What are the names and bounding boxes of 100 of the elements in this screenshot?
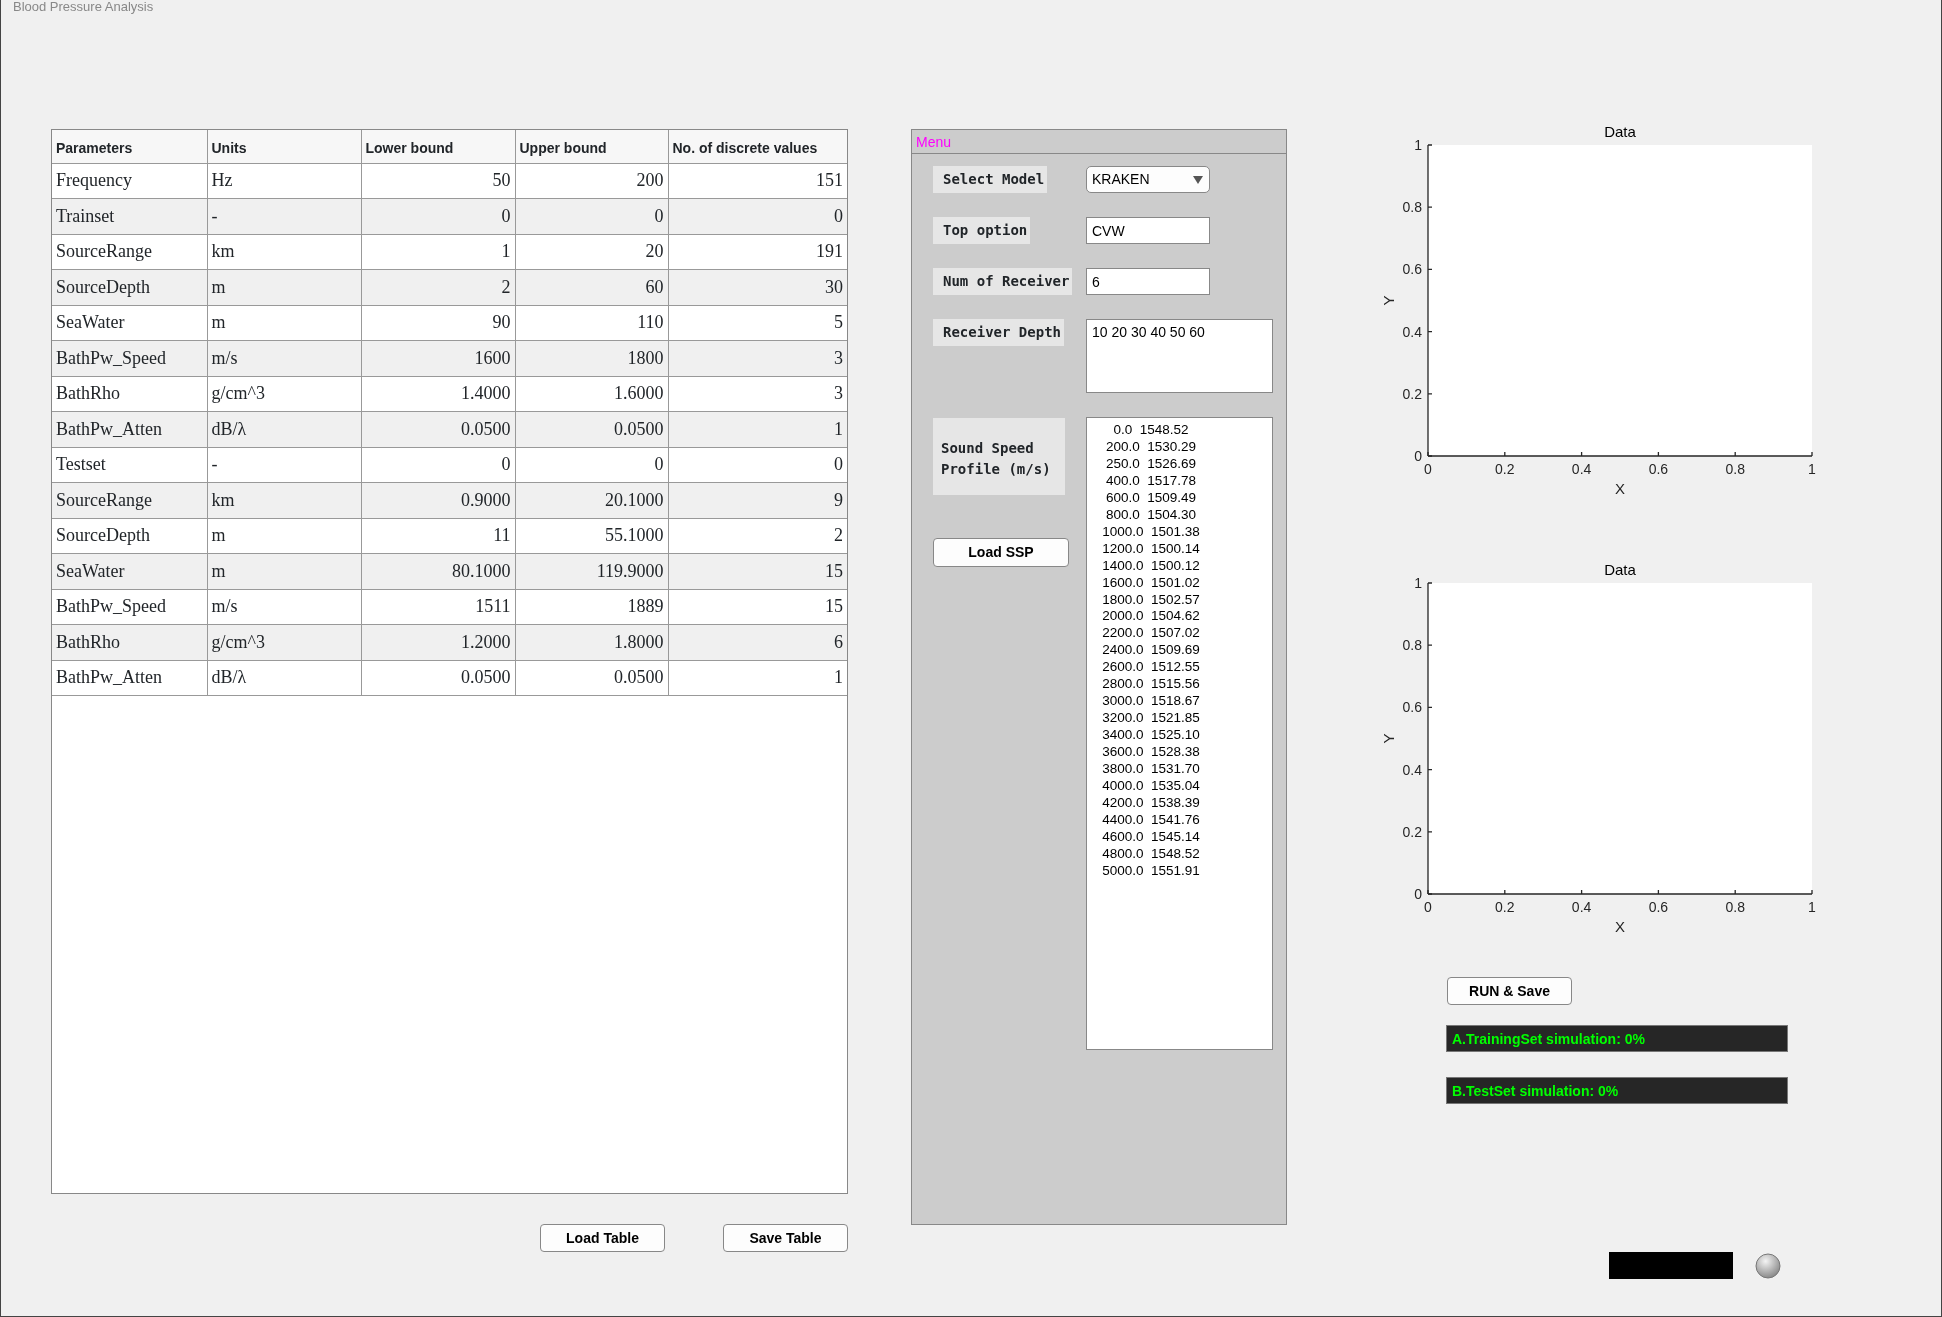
profile-line: 5000.0 1551.91 <box>1101 862 1201 880</box>
tick-label: 0.8 <box>1725 899 1745 915</box>
tick-label: 0.2 <box>1495 461 1515 477</box>
table-cell: BathPw_Atten <box>52 660 207 696</box>
table-cell: m <box>207 553 361 589</box>
table-cell: Frequency <box>52 163 207 199</box>
table-cell: - <box>207 447 361 483</box>
profile-line: 4800.0 1548.52 <box>1101 845 1201 863</box>
table-cell: 0 <box>361 198 515 234</box>
table-cell: dB/λ <box>207 411 361 447</box>
profile-line: 1800.0 1502.57 <box>1101 591 1201 609</box>
tick-label: 0.4 <box>1402 323 1422 340</box>
table-cell: Hz <box>207 163 361 199</box>
table-cell: 2 <box>361 269 515 305</box>
profile-line: 2800.0 1515.56 <box>1101 676 1201 694</box>
table-cell: 0.0500 <box>515 411 668 447</box>
panel-title: Menu <box>916 134 952 150</box>
tick-label: 0.2 <box>1402 823 1422 840</box>
table-cell: 15 <box>668 553 847 589</box>
table-cell: m <box>207 518 361 554</box>
column-header: Units <box>207 130 361 163</box>
tick-label: 0.2 <box>1495 899 1515 915</box>
table-cell: 1.2000 <box>361 624 515 660</box>
profile-line: 200.0 1530.29 <box>1104 438 1198 456</box>
field-label: Receiver Depth <box>933 319 1064 346</box>
table-cell: 0 <box>515 447 668 483</box>
table-button[interactable]: Save Table <box>723 1224 848 1252</box>
table-cell: 1 <box>361 234 515 270</box>
tick-label: 0 <box>1424 899 1432 915</box>
profile-line: 1000.0 1501.38 <box>1101 523 1201 541</box>
column-header: No. of discrete values <box>668 130 847 163</box>
table-cell: BathPw_Atten <box>52 411 207 447</box>
axis-label: X <box>1615 918 1625 935</box>
tick-label: 0.8 <box>1402 637 1422 654</box>
table-cell: 1800 <box>515 340 668 376</box>
table-button[interactable]: Load Table <box>540 1224 665 1252</box>
table-cell: 90 <box>361 305 515 341</box>
table-cell: m/s <box>207 589 361 625</box>
tick-label: 0.8 <box>1725 461 1745 477</box>
table-cell: 20 <box>515 234 668 270</box>
tick-label: 0 <box>1414 448 1422 464</box>
table-cell: SourceRange <box>52 234 207 270</box>
profile-line: 250.0 1526.69 <box>1104 455 1198 473</box>
table-cell: 0.0500 <box>515 660 668 696</box>
tick-label: 0.4 <box>1402 761 1422 778</box>
profile-line: 4000.0 1535.04 <box>1101 778 1201 795</box>
profile-line: 3200.0 1521.85 <box>1101 710 1201 728</box>
table-cell: m <box>207 269 361 305</box>
tick-label: 0.6 <box>1648 461 1669 477</box>
table-cell: 30 <box>668 269 847 305</box>
profile-label: Sound Speed Profile (m/s) <box>933 418 1065 495</box>
field-label: Select Model <box>933 166 1048 193</box>
table-cell: 0 <box>361 447 515 483</box>
profile-line: 400.0 1517.78 <box>1104 472 1198 490</box>
profile-line: 3800.0 1531.70 <box>1101 761 1201 778</box>
table-cell: SeaWater <box>52 553 207 589</box>
table-cell: m <box>207 305 361 341</box>
tick-label: 1 <box>1808 461 1816 477</box>
tick-label: 0.8 <box>1402 199 1422 216</box>
table-cell: BathPw_Speed <box>52 340 207 376</box>
tick-label: 0 <box>1414 886 1422 902</box>
model-dropdown[interactable]: KRAKEN <box>1086 166 1210 193</box>
profile-line: 1600.0 1501.02 <box>1101 574 1201 592</box>
table-cell: 1.4000 <box>361 376 515 412</box>
tick-label: 0.6 <box>1648 899 1669 915</box>
field-label: Num of Receiver <box>933 268 1073 295</box>
table-cell: 119.9000 <box>515 553 668 589</box>
profile-line: 600.0 1509.49 <box>1104 489 1198 507</box>
column-header: Upper bound <box>515 130 668 163</box>
table-cell: - <box>207 198 361 234</box>
tick-label: 0.2 <box>1402 385 1422 402</box>
table-cell: 1.8000 <box>515 624 668 660</box>
tick-label: 1 <box>1414 137 1422 153</box>
profile-line: 2200.0 1507.02 <box>1101 625 1201 643</box>
table-cell: 11 <box>361 518 515 554</box>
progress-status: A.TrainingSet simulation: 0% <box>1446 1025 1788 1052</box>
axis-label: Y <box>1380 295 1397 306</box>
table-cell: km <box>207 482 361 518</box>
tick-label: 1 <box>1808 899 1816 915</box>
table-cell: 0.0500 <box>361 660 515 696</box>
column-header: Lower bound <box>361 130 515 163</box>
input-field[interactable]: 6 <box>1086 268 1210 295</box>
tick-label: 0 <box>1424 461 1432 477</box>
field-label: Top option <box>933 217 1031 244</box>
run-save-button[interactable]: RUN & Save <box>1447 977 1572 1005</box>
table-cell: 0.9000 <box>361 482 515 518</box>
lamp-icon <box>1755 1252 1781 1279</box>
table-cell: BathPw_Speed <box>52 589 207 625</box>
tick-label: 0.4 <box>1571 899 1592 915</box>
load-ssp-button[interactable]: Load SSP <box>933 538 1069 567</box>
table-cell: km <box>207 234 361 270</box>
profile-line: 3000.0 1518.67 <box>1101 693 1201 711</box>
column-header: Parameters <box>52 130 207 163</box>
table-cell: 55.1000 <box>515 518 668 554</box>
text-area[interactable]: 10 20 30 40 50 60 <box>1086 319 1273 393</box>
profile-line: 2600.0 1512.55 <box>1101 659 1201 677</box>
table-cell: SourceDepth <box>52 518 207 554</box>
table-cell: 1600 <box>361 340 515 376</box>
input-field[interactable]: CVW <box>1086 217 1210 244</box>
table-cell: 200 <box>515 163 668 199</box>
